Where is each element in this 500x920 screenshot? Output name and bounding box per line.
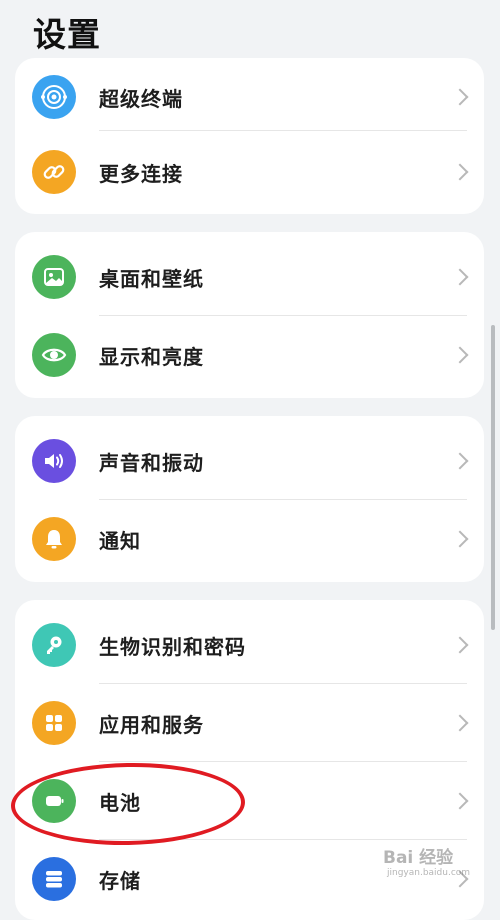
settings-item-wallpaper[interactable]: 桌面和壁纸 [15, 238, 484, 316]
settings-item-apps-services[interactable]: 应用和服务 [15, 684, 484, 762]
chevron-right-icon [451, 452, 469, 470]
wallpaper-icon [32, 255, 76, 299]
settings-item-notifications[interactable]: 通知 [15, 500, 484, 578]
chevron-right-icon [451, 792, 469, 810]
settings-item-sound-vibration[interactable]: 声音和振动 [15, 422, 484, 500]
page-title: 设置 [33, 15, 101, 54]
settings-group-sound-notifications: 声音和振动 通知 [15, 416, 484, 582]
chevron-right-icon [451, 714, 469, 732]
chevron-right-icon [451, 530, 469, 548]
speaker-icon [32, 439, 76, 483]
watermark-sub: jingyan.baidu.com [387, 868, 471, 878]
settings-item-label: 桌面和壁纸 [99, 266, 204, 291]
chevron-right-icon [451, 88, 469, 106]
settings-item-label: 显示和亮度 [99, 344, 204, 369]
settings-item-label: 生物识别和密码 [99, 634, 246, 659]
chevron-right-icon [451, 636, 469, 654]
settings-item-label: 存储 [99, 868, 141, 893]
settings-item-label: 超级终端 [99, 86, 183, 111]
settings-item-biometrics-password[interactable]: 生物识别和密码 [15, 606, 484, 684]
super-device-icon [32, 75, 76, 119]
settings-item-label: 声音和振动 [99, 450, 204, 475]
divider [99, 130, 467, 131]
chevron-right-icon [451, 346, 469, 364]
settings-item-display-brightness[interactable]: 显示和亮度 [15, 316, 484, 394]
settings-item-label: 更多连接 [99, 161, 183, 186]
settings-item-super-device[interactable]: 超级终端 [15, 58, 484, 136]
storage-icon [32, 857, 76, 901]
settings-item-label: 应用和服务 [99, 712, 204, 737]
settings-group-display: 桌面和壁纸 显示和亮度 [15, 232, 484, 398]
chevron-right-icon [451, 163, 469, 181]
settings-item-label: 通知 [99, 528, 141, 553]
bell-icon [32, 517, 76, 561]
eye-icon [32, 333, 76, 377]
settings-item-more-connections[interactable]: 更多连接 [15, 133, 484, 211]
settings-group-connectivity: 超级终端 更多连接 [15, 58, 484, 214]
apps-grid-icon [32, 701, 76, 745]
key-icon [32, 623, 76, 667]
chevron-right-icon [451, 268, 469, 286]
watermark: Bai 经验 jingyan.baidu.com [383, 850, 470, 878]
link-icon [32, 150, 76, 194]
scrollbar[interactable] [491, 325, 495, 630]
watermark-main: Bai 经验 [383, 848, 454, 868]
